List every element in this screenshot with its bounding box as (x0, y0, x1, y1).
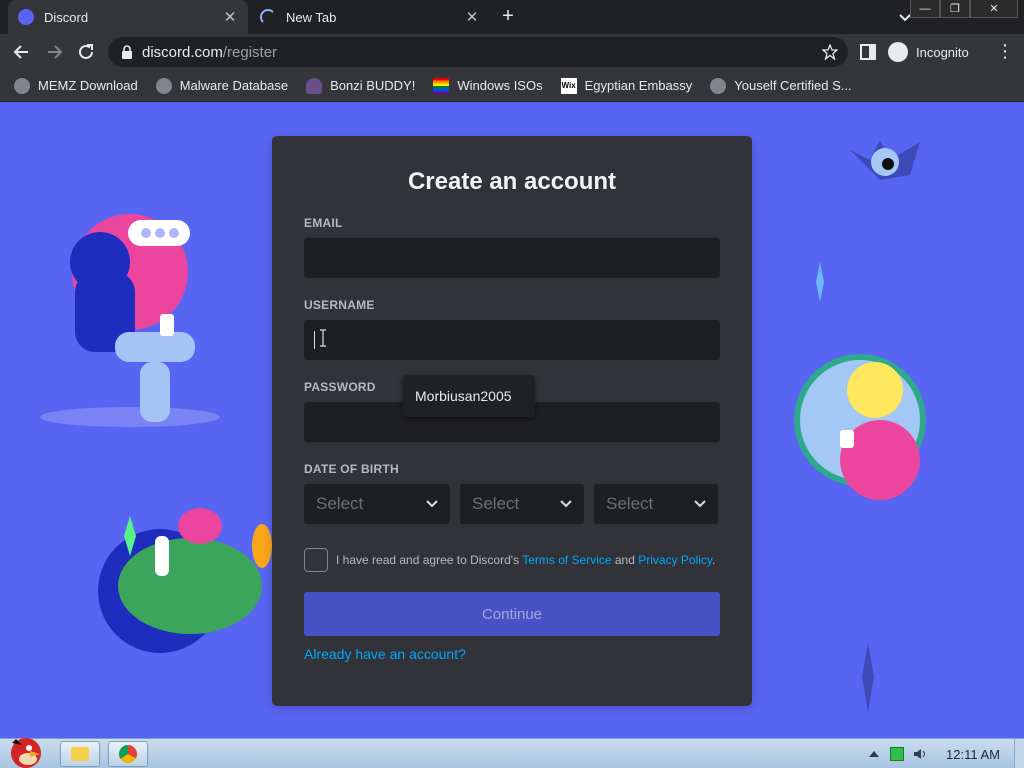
taskbar-explorer-button[interactable] (60, 741, 100, 767)
bookmark-memz-download[interactable]: MEMZ Download (14, 77, 138, 94)
bookmark-egyptian-embassy[interactable]: Wix Egyptian Embassy (560, 77, 693, 94)
bat-creature-illustration (850, 140, 920, 180)
bookmark-star-icon[interactable] (822, 44, 838, 60)
yellow-creature-illustration (794, 354, 926, 500)
url-host: discord.com (142, 43, 223, 61)
tab-close-icon[interactable]: ✕ (222, 9, 238, 26)
close-window-button[interactable]: ✕ (970, 0, 1018, 18)
tab-title: Discord (44, 9, 89, 25)
chrome-icon (119, 745, 137, 763)
chevron-down-icon (560, 500, 572, 508)
email-label: EMAIL (304, 216, 343, 230)
bookmark-label: Youself Certified S... (734, 78, 852, 93)
lock-icon[interactable] (120, 45, 134, 59)
side-panel-icon[interactable] (860, 44, 876, 60)
sparkle-icon (816, 262, 824, 302)
folder-icon (71, 747, 89, 761)
incognito-label: Incognito (916, 44, 969, 60)
terms-agreement: I have read and agree to Discord's Terms… (304, 548, 720, 572)
tab-strip: Discord ✕ New Tab ✕ + — ❐ ✕ (0, 0, 1024, 34)
bonzi-icon (306, 77, 323, 94)
rainbow-flag-icon (433, 77, 450, 94)
star-sparkle-icon (862, 642, 874, 712)
angry-bird-start-icon[interactable] (2, 731, 48, 768)
dob-day-value: Select (472, 494, 520, 513)
chevron-down-icon (694, 500, 706, 508)
bookmark-label: Bonzi BUDDY! (330, 78, 416, 93)
system-tray: 12:11 AM (867, 739, 1024, 768)
dob-year-select[interactable]: Select (594, 484, 718, 524)
browser-menu-icon[interactable]: ⋮ (996, 42, 1014, 62)
tab-discord[interactable]: Discord ✕ (8, 0, 248, 34)
url-path: /register (222, 43, 278, 61)
incognito-indicator[interactable]: Incognito (888, 40, 969, 64)
bookmark-youself-certified[interactable]: Youself Certified S... (710, 77, 852, 94)
email-field[interactable] (304, 238, 720, 278)
volume-icon[interactable] (913, 747, 927, 761)
dob-selects: Select Select Select (304, 484, 720, 524)
username-label: USERNAME (304, 298, 375, 312)
window-controls: — ❐ ✕ (910, 0, 1018, 18)
bookmarks-bar: MEMZ Download Malware Database Bonzi BUD… (0, 70, 1024, 102)
taskbar-chrome-button[interactable] (108, 741, 148, 767)
globe-icon (155, 77, 172, 94)
globe-icon (14, 77, 30, 94)
loading-spinner-icon (260, 9, 276, 25)
show-desktop-button[interactable] (1014, 739, 1024, 768)
chevron-down-icon (426, 500, 438, 508)
reload-icon[interactable] (76, 42, 96, 62)
discord-register-page: Create an account EMAIL USERNAME PASSWOR… (0, 102, 1024, 738)
discord-favicon-icon (18, 9, 34, 25)
bookmark-label: Windows ISOs (457, 78, 543, 93)
dob-month-select[interactable]: Select (304, 484, 450, 524)
tab-new-tab[interactable]: New Tab ✕ (250, 0, 490, 34)
tab-title: New Tab (286, 9, 337, 25)
dob-day-select[interactable]: Select (460, 484, 584, 524)
globe-icon (710, 77, 727, 94)
browser-toolbar: discord.com/register Incognito ⋮ (0, 34, 1024, 70)
terms-prefix: I have read and agree to Discord's (336, 553, 523, 567)
bookmark-label: Egyptian Embassy (584, 78, 693, 93)
autofill-suggestion[interactable]: Morbiusan2005 (403, 375, 535, 417)
bookmark-malware-database[interactable]: Malware Database (155, 77, 289, 94)
bookmark-bonzi-buddy[interactable]: Bonzi BUDDY! (306, 77, 416, 94)
continue-button[interactable]: Continue (304, 592, 720, 636)
text-caret (314, 331, 315, 349)
dob-year-value: Select (606, 494, 654, 513)
girl-with-phone-illustration (40, 214, 220, 427)
ibeam-cursor-icon (320, 329, 326, 347)
page-title: Create an account (407, 168, 617, 195)
terms-and: and (611, 553, 639, 567)
tab-close-icon[interactable]: ✕ (464, 9, 480, 26)
taskbar: 12:11 AM (0, 738, 1024, 768)
terms-text: I have read and agree to Discord's Terms… (336, 553, 715, 567)
dob-label: DATE OF BIRTH (304, 462, 399, 476)
clock[interactable]: 12:11 AM (946, 747, 1000, 762)
register-card: Create an account EMAIL USERNAME PASSWOR… (272, 136, 752, 706)
login-link[interactable]: Already have an account? (304, 646, 720, 662)
back-arrow-icon[interactable] (12, 42, 32, 62)
privacy-policy-link[interactable]: Privacy Policy (638, 553, 712, 567)
terms-suffix: . (712, 553, 716, 567)
bookmark-label: Malware Database (179, 78, 289, 93)
username-field[interactable] (304, 320, 720, 360)
wix-icon: Wix (560, 77, 577, 94)
network-icon[interactable] (890, 747, 905, 761)
bookmark-label: MEMZ Download (38, 78, 138, 93)
maximize-button[interactable]: ❐ (940, 0, 970, 18)
green-monster-illustration (98, 508, 272, 653)
show-hidden-icons-icon[interactable] (867, 747, 881, 761)
new-tab-button[interactable]: + (498, 6, 518, 27)
address-bar[interactable]: discord.com/register (108, 37, 848, 67)
dob-month-value: Select (316, 494, 364, 513)
minimize-button[interactable]: — (910, 0, 940, 18)
terms-checkbox[interactable] (304, 548, 328, 572)
bookmark-windows-isos[interactable]: Windows ISOs (433, 77, 543, 94)
incognito-icon (888, 42, 908, 62)
terms-of-service-link[interactable]: Terms of Service (522, 553, 611, 567)
forward-arrow-icon[interactable] (44, 42, 64, 62)
